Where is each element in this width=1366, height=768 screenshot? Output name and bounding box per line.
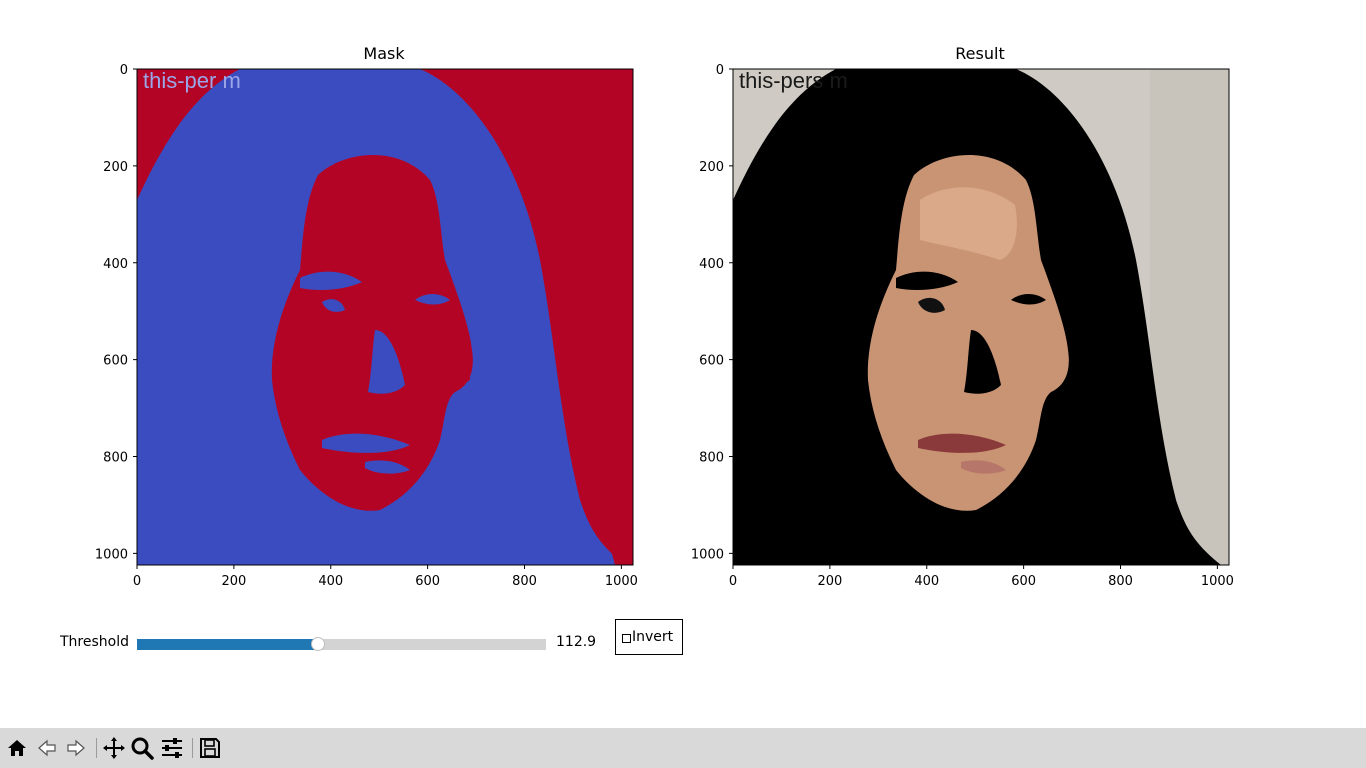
mask-y-tick-label: 600 [103,354,128,369]
home-icon[interactable] [5,736,29,760]
result-y-tick-label: 600 [699,354,724,369]
threshold-slider-handle[interactable] [311,637,326,651]
result-y-tick-label: 0 [716,63,724,78]
result-watermark: this-pers m [739,68,848,93]
result-x-tick-label: 800 [1108,574,1133,589]
mask-y-tick-label: 200 [103,160,128,175]
threshold-label: Threshold [60,634,129,650]
result-y-tick-label: 1000 [691,547,724,562]
mask-y-tick-label: 0 [120,63,128,78]
result-x-tick-label: 200 [817,574,842,589]
mask-x-tick-label: 800 [512,574,537,589]
mask-y-tick-label: 1000 [95,547,128,562]
toolbar-separator [192,738,193,758]
threshold-slider-fill [137,639,319,650]
threshold-slider[interactable] [137,637,546,651]
mask-y-tick-label: 800 [103,451,128,466]
pan-icon[interactable] [102,736,126,760]
result-y-tick-label: 800 [699,451,724,466]
back-icon[interactable] [35,736,59,760]
mask-y-tick-label: 400 [103,257,128,272]
invert-label: Invert [632,629,674,645]
navigation-toolbar [0,728,1366,768]
configure-subplots-icon[interactable] [160,736,184,760]
mask-watermark: this-per m [143,68,241,93]
invert-checkbox[interactable] [622,634,631,643]
save-icon[interactable] [198,736,222,760]
result-x-tick-label: 600 [1011,574,1036,589]
result-x-tick-label: 400 [914,574,939,589]
result-y-tick-label: 200 [699,160,724,175]
result-y-tick-label: 400 [699,257,724,272]
mask-x-tick-label: 0 [133,574,141,589]
zoom-icon[interactable] [130,736,154,760]
mask-image[interactable]: this-per m [137,68,633,565]
mask-x-tick-label: 600 [415,574,440,589]
figure-canvas[interactable]: this-per m this-pers m 0 200 400 600 800… [0,0,1366,620]
invert-checkbox-panel[interactable]: Invert [615,619,683,655]
result-image[interactable]: this-pers m [733,68,1229,565]
threshold-value: 112.9 [556,634,597,650]
mask-x-tick-label: 200 [221,574,246,589]
forward-icon[interactable] [64,736,88,760]
mask-x-tick-label: 400 [318,574,343,589]
result-x-tick-label: 1000 [1201,574,1234,589]
result-x-tick-label: 0 [729,574,737,589]
mask-x-tick-label: 1000 [605,574,638,589]
toolbar-separator [96,738,97,758]
